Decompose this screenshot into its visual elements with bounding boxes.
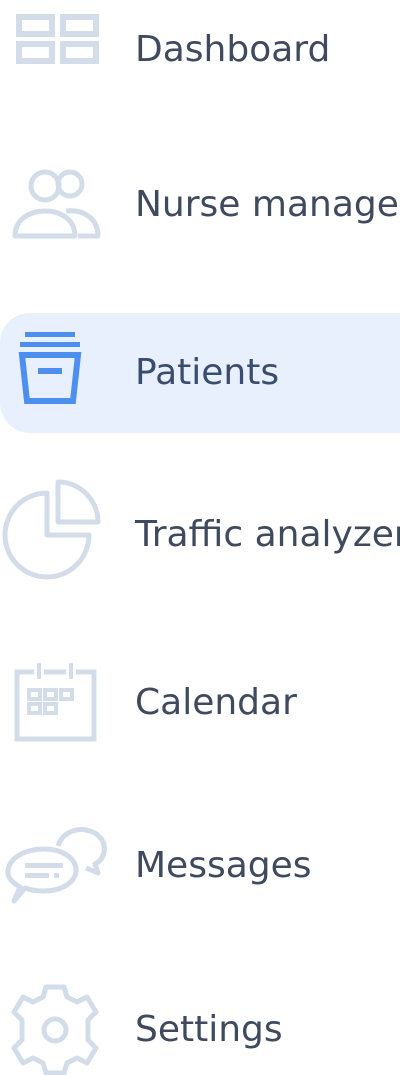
chat-bubbles-icon	[0, 806, 110, 926]
users-icon	[0, 145, 110, 265]
sidebar-item-messages[interactable]: Messages	[0, 806, 400, 926]
sidebar-item-label: Settings	[135, 1009, 283, 1050]
sidebar-item-label: Traffic analyzer	[135, 514, 400, 555]
sidebar-item-label: Calendar	[135, 682, 297, 723]
pie-chart-icon	[0, 475, 110, 595]
dashboard-grid-icon	[0, 0, 110, 110]
sidebar-nav: Dashboard Nurse manager Patients Traffic…	[0, 0, 400, 1075]
sidebar-item-label: Messages	[135, 845, 312, 886]
sidebar-item-label: Nurse manager	[135, 184, 400, 225]
sidebar-item-traffic-analyzer[interactable]: Traffic analyzer	[0, 475, 400, 595]
sidebar-item-label: Patients	[135, 352, 280, 393]
sidebar-item-nurse-manager[interactable]: Nurse manager	[0, 145, 400, 265]
sidebar-item-label: Dashboard	[135, 29, 331, 70]
sidebar-item-patients[interactable]: Patients	[0, 313, 400, 433]
sidebar-item-settings[interactable]: Settings	[0, 970, 400, 1075]
archive-box-icon	[0, 313, 110, 433]
sidebar-item-dashboard[interactable]: Dashboard	[0, 0, 400, 110]
calendar-icon	[0, 643, 110, 763]
sidebar-item-calendar[interactable]: Calendar	[0, 643, 400, 763]
gear-icon	[0, 970, 110, 1075]
